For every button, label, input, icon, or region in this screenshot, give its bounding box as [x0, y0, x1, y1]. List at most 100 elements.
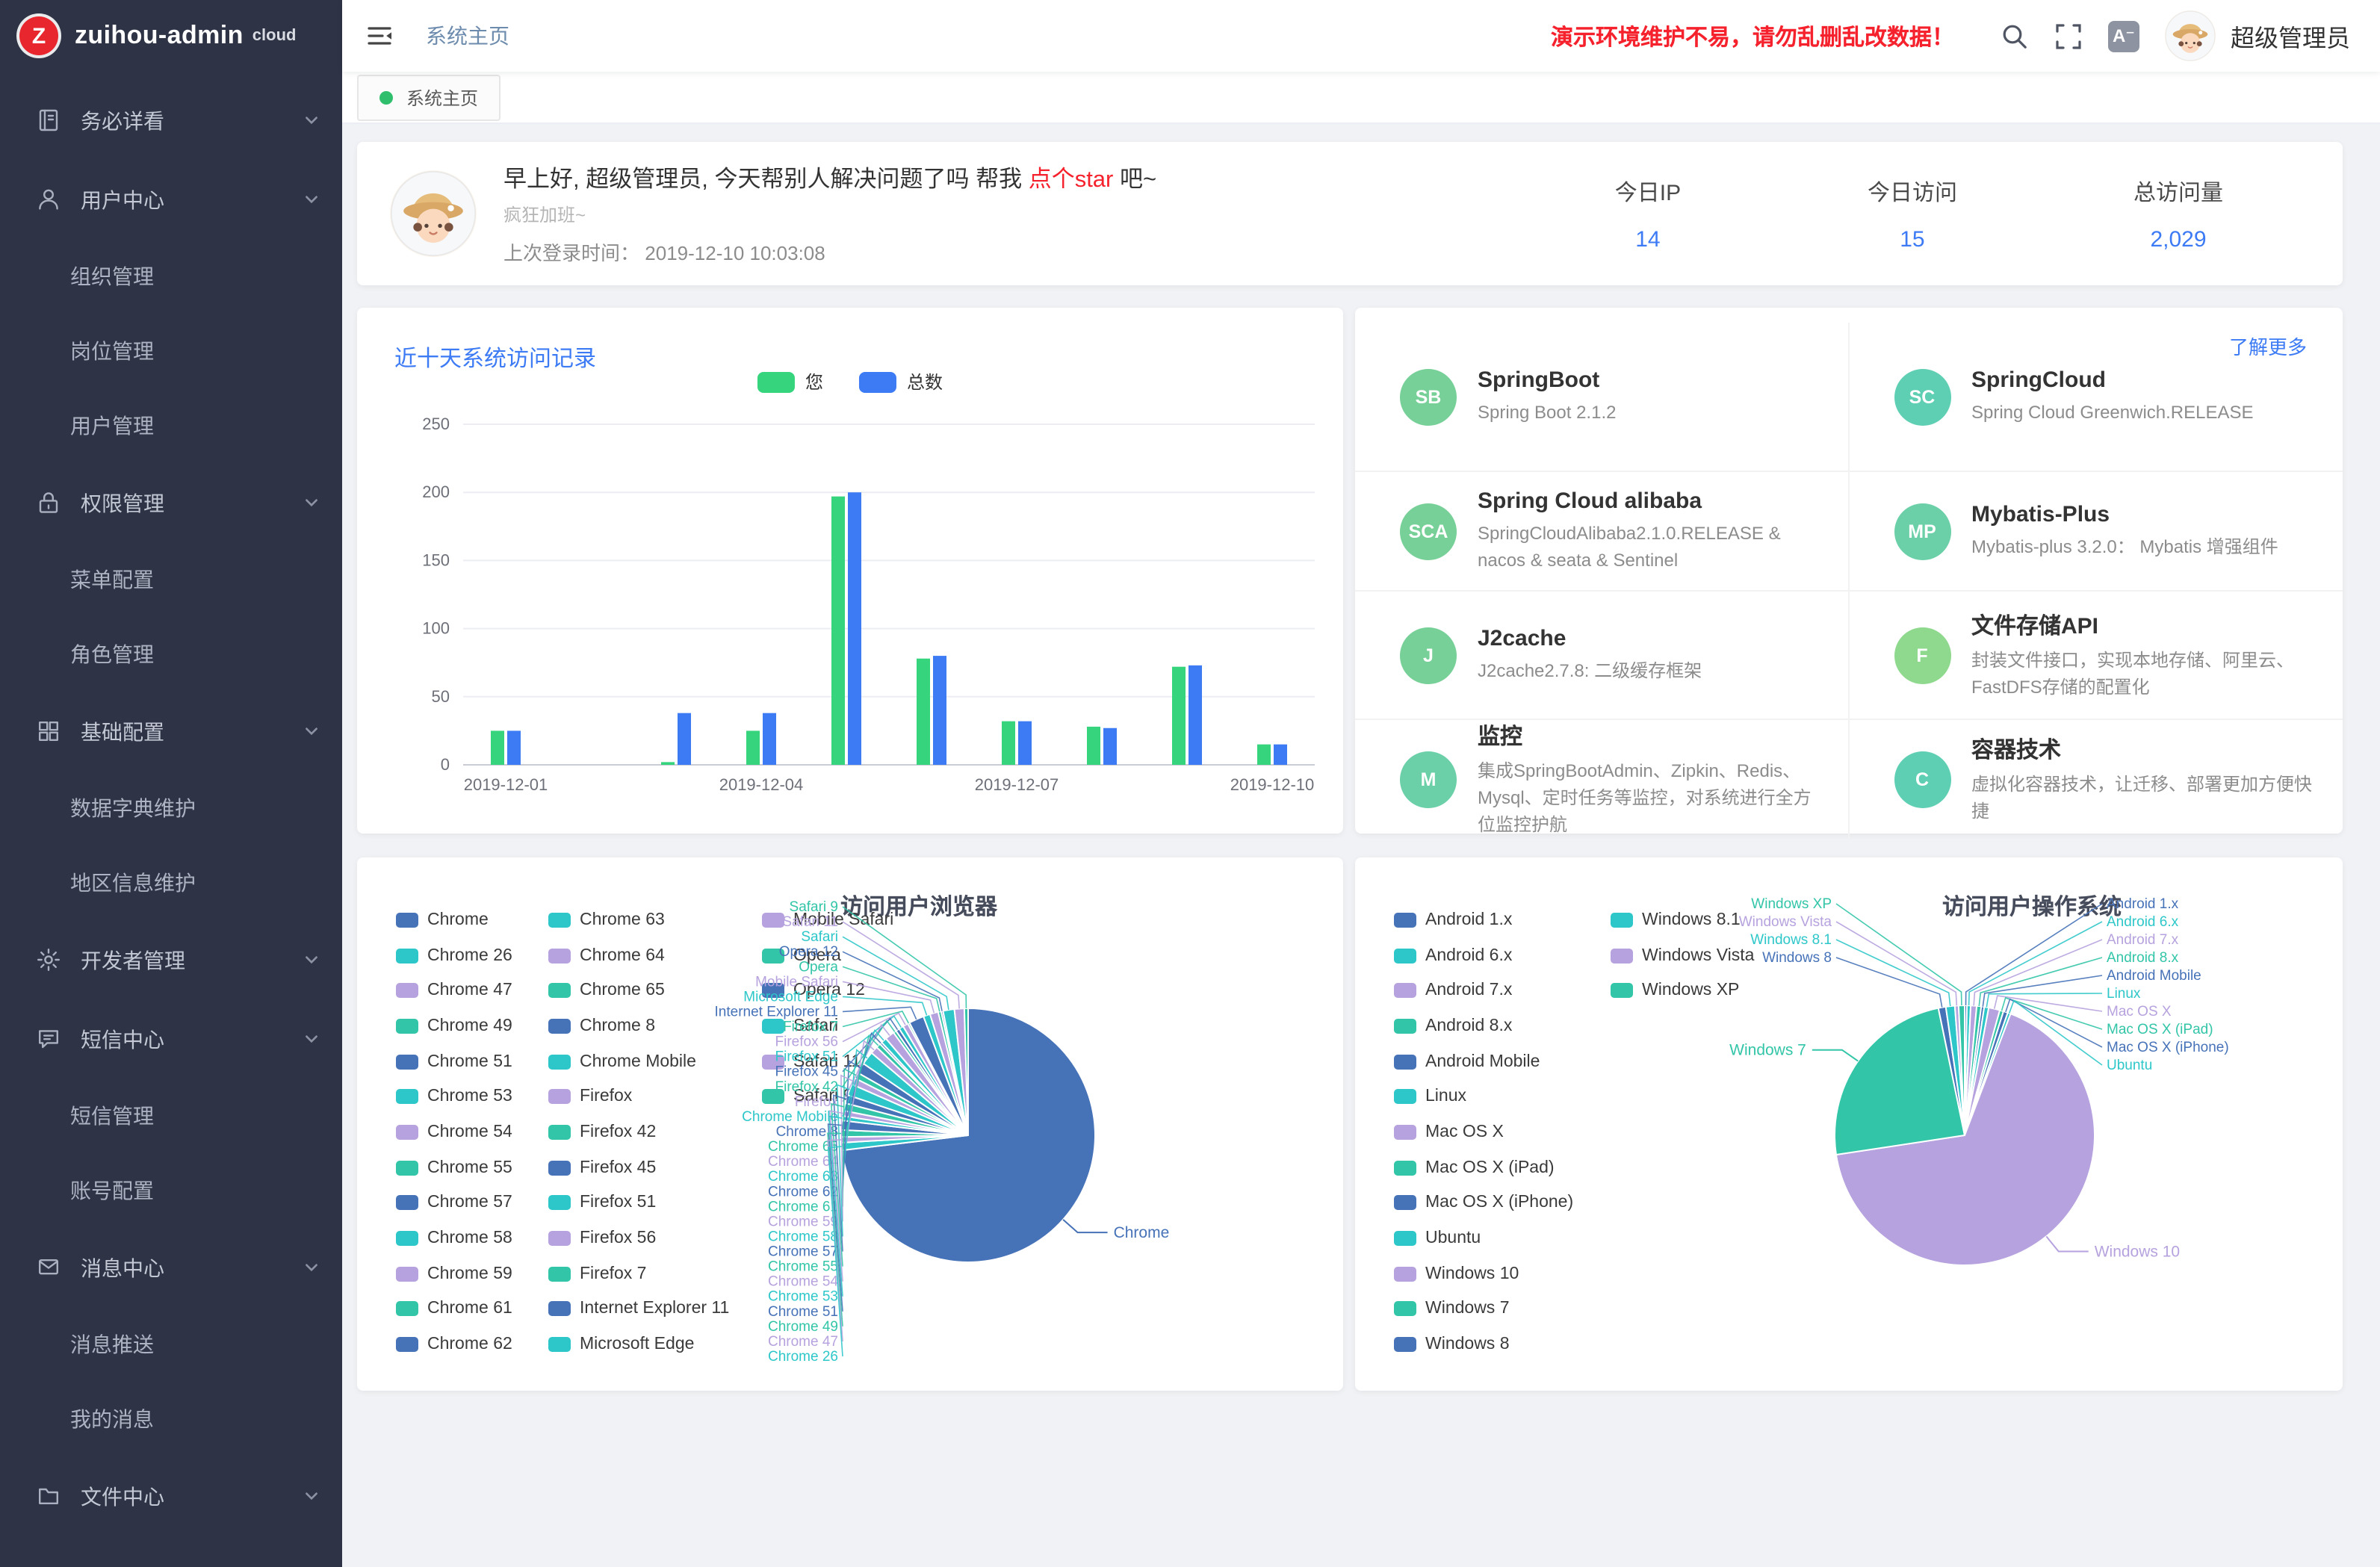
breadcrumb[interactable]: 系统主页: [426, 21, 509, 51]
legend-item[interactable]: Internet Explorer 11: [548, 1291, 762, 1326]
framework-badge: SC: [1894, 368, 1950, 425]
sidebar-subitem[interactable]: 用户管理: [0, 388, 342, 463]
sidebar-subitem[interactable]: 岗位管理: [0, 314, 342, 388]
avatar[interactable]: [2165, 10, 2216, 61]
legend-item[interactable]: Linux: [1394, 1079, 1611, 1114]
framework-item: SBSpringBootSpring Boot 2.1.2: [1355, 323, 1849, 472]
sidebar-item-4[interactable]: 基础配置: [0, 692, 342, 771]
sidebar-item-6[interactable]: 短信中心: [0, 999, 342, 1079]
legend-item[interactable]: Mac OS X (iPad): [1394, 1150, 1611, 1185]
sidebar-subitem[interactable]: 地区信息维护: [0, 845, 342, 920]
svg-text:2019-12-07: 2019-12-07: [975, 775, 1059, 794]
sidebar-subitem[interactable]: 数据字典维护: [0, 771, 342, 845]
tab-system-home[interactable]: 系统主页: [357, 74, 501, 120]
sidebar-item-label: 开发者管理: [81, 945, 303, 975]
legend-item[interactable]: Chrome 65: [548, 973, 762, 1008]
legend-item[interactable]: Windows 10: [1394, 1256, 1611, 1291]
legend-marker: [1394, 1054, 1416, 1069]
legend-item[interactable]: Firefox 42: [548, 1114, 762, 1149]
legend-item[interactable]: Chrome 58: [396, 1220, 548, 1256]
legend-item[interactable]: Chrome 64: [548, 937, 762, 972]
sidebar-subitem[interactable]: 角色管理: [0, 617, 342, 692]
legend-item[interactable]: Chrome 55: [396, 1150, 548, 1185]
learn-more-link[interactable]: 了解更多: [2229, 332, 2307, 360]
sidebar-subitem[interactable]: 我的消息: [0, 1382, 342, 1456]
sidebar-item-3[interactable]: 权限管理: [0, 463, 342, 542]
visits-chart-title: 近十天系统访问记录: [394, 342, 596, 373]
sidebar-item-5[interactable]: 开发者管理: [0, 920, 342, 999]
fullscreen-icon[interactable]: [2054, 22, 2083, 50]
legend-item[interactable]: Chrome 49: [396, 1008, 548, 1043]
svg-text:50: 50: [432, 687, 450, 706]
sidebar-item-1[interactable]: 务必详看: [0, 81, 342, 160]
legend-item[interactable]: Chrome 62: [396, 1327, 548, 1362]
sidebar-subitem[interactable]: 短信管理: [0, 1079, 342, 1153]
legend-item[interactable]: 总数: [859, 369, 943, 394]
legend-marker: [548, 1125, 571, 1140]
framework-desc: 虚拟化容器技术，让迁移、部署更加方便快捷: [1971, 771, 2313, 825]
legend-item[interactable]: Mac OS X: [1394, 1114, 1611, 1149]
last-login-time: 2019-12-10 10:03:08: [645, 242, 825, 264]
legend-item[interactable]: Chrome 59: [396, 1256, 548, 1291]
legend-item[interactable]: Microsoft Edge: [548, 1327, 762, 1362]
app-logo[interactable]: Z zuihou-admin cloud: [0, 0, 342, 72]
legend-item[interactable]: Android 1.x: [1394, 902, 1611, 937]
search-icon[interactable]: [2001, 22, 2029, 50]
star-link[interactable]: 点个star: [1029, 167, 1114, 193]
legend-item[interactable]: Android 7.x: [1394, 973, 1611, 1008]
menu-fold-icon[interactable]: [366, 22, 393, 49]
legend-item[interactable]: Chrome 53: [396, 1079, 548, 1114]
legend-item[interactable]: Chrome 54: [396, 1114, 548, 1149]
legend-item[interactable]: Windows Vista: [1611, 937, 1775, 972]
legend-item[interactable]: Safari 11: [762, 1044, 911, 1079]
legend-item[interactable]: Windows 8: [1394, 1327, 1611, 1362]
legend-label: Firefox 56: [580, 1229, 656, 1247]
legend-item[interactable]: Windows 8.1: [1611, 902, 1775, 937]
sidebar-subitem[interactable]: 消息推送: [0, 1307, 342, 1382]
legend-item[interactable]: Chrome 57: [396, 1185, 548, 1220]
legend-item[interactable]: Android 6.x: [1394, 937, 1611, 972]
legend-item[interactable]: Chrome 51: [396, 1044, 548, 1079]
legend-item[interactable]: Firefox 51: [548, 1185, 762, 1220]
legend-item[interactable]: Windows 7: [1394, 1291, 1611, 1326]
legend-item[interactable]: Opera 12: [762, 973, 911, 1008]
legend-item[interactable]: Firefox: [548, 1079, 762, 1114]
sidebar-item-2[interactable]: 用户中心: [0, 160, 342, 239]
legend-item[interactable]: Chrome: [396, 902, 548, 937]
legend-item[interactable]: Opera: [762, 937, 911, 972]
legend-marker: [1394, 1266, 1416, 1281]
legend-item[interactable]: Firefox 56: [548, 1220, 762, 1256]
current-user-name[interactable]: 超级管理员: [2231, 18, 2350, 54]
user-icon: [36, 187, 61, 212]
legend-item[interactable]: Safari 9: [762, 1079, 911, 1114]
legend-item[interactable]: Chrome Mobile: [548, 1044, 762, 1079]
legend-item[interactable]: Chrome 47: [396, 973, 548, 1008]
legend-item[interactable]: 您: [757, 369, 823, 394]
legend-item[interactable]: Chrome 63: [548, 902, 762, 937]
legend-item[interactable]: Chrome 61: [396, 1291, 548, 1326]
sidebar-subitem[interactable]: 菜单配置: [0, 542, 342, 617]
font-size-icon[interactable]: A⁻: [2108, 20, 2139, 52]
sidebar-subitem[interactable]: 账号配置: [0, 1153, 342, 1228]
legend-item[interactable]: Mobile Safari: [762, 902, 911, 937]
legend-item[interactable]: Chrome 8: [548, 1008, 762, 1043]
tab-label: 系统主页: [406, 84, 478, 110]
os-pie-legend: Android 1.xAndroid 6.xAndroid 7.xAndroid…: [1394, 902, 1775, 1362]
legend-label: Firefox 45: [580, 1158, 656, 1176]
legend-item[interactable]: Safari: [762, 1008, 911, 1043]
greeting-subtitle: 疯狂加班~: [503, 202, 1156, 227]
legend-item[interactable]: Mac OS X (iPhone): [1394, 1185, 1611, 1220]
stat-value: 14: [1605, 226, 1691, 252]
sidebar-item-7[interactable]: 消息中心: [0, 1228, 342, 1307]
legend-item[interactable]: Firefox 7: [548, 1256, 762, 1291]
sidebar-item-8[interactable]: 文件中心: [0, 1456, 342, 1536]
legend-label: Chrome 64: [580, 946, 665, 964]
legend-item[interactable]: Android 8.x: [1394, 1008, 1611, 1043]
sidebar-subitem[interactable]: 组织管理: [0, 239, 342, 314]
legend-item[interactable]: Chrome 26: [396, 937, 548, 972]
framework-desc: 封装文件接口，实现本地存储、阿里云、FastDFS存储的配置化: [1971, 647, 2313, 701]
legend-item[interactable]: Android Mobile: [1394, 1044, 1611, 1079]
legend-item[interactable]: Windows XP: [1611, 973, 1775, 1008]
legend-item[interactable]: Ubuntu: [1394, 1220, 1611, 1256]
legend-item[interactable]: Firefox 45: [548, 1150, 762, 1185]
